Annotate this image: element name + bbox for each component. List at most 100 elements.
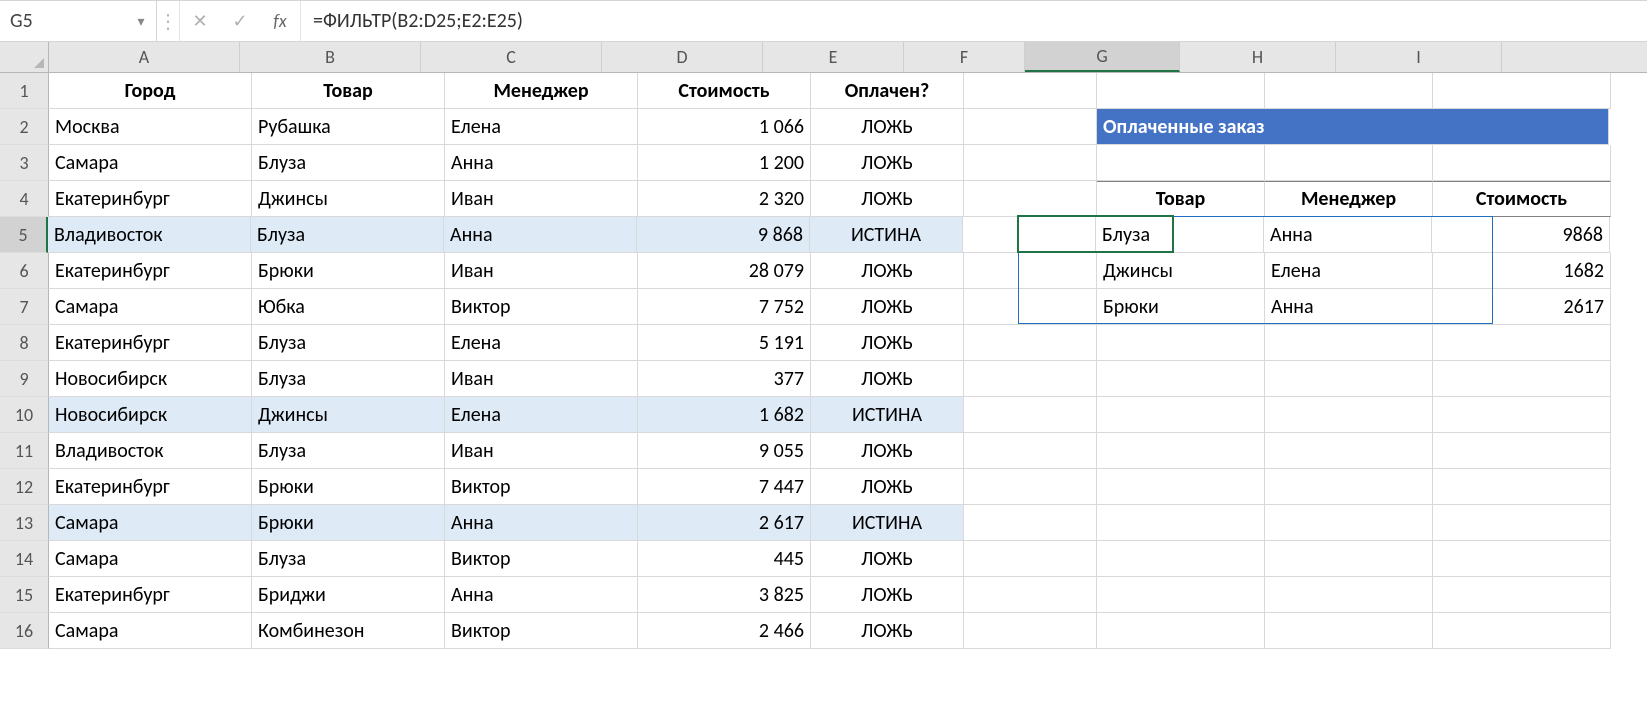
cell[interactable]: Рубашка [252, 109, 445, 145]
cell[interactable] [1264, 109, 1431, 145]
cell[interactable] [964, 541, 1097, 577]
cell[interactable]: Джинсы [252, 397, 445, 433]
cell[interactable] [1097, 433, 1265, 469]
cell[interactable] [964, 361, 1097, 397]
cell[interactable]: 9868 [1432, 217, 1610, 253]
cell[interactable] [1097, 505, 1265, 541]
cell[interactable]: Менеджер [445, 73, 638, 109]
row-header[interactable]: 11 [0, 433, 49, 469]
cell[interactable]: Менеджер [1265, 181, 1433, 217]
insert-function-button[interactable]: fx [260, 1, 301, 41]
cell[interactable]: Екатеринбург [49, 577, 252, 613]
cell[interactable]: Иван [445, 361, 638, 397]
cell[interactable]: Брюки [252, 469, 445, 505]
row-header[interactable]: 15 [0, 577, 49, 613]
cell[interactable] [1433, 325, 1611, 361]
cell[interactable]: ИСТИНА [810, 217, 963, 253]
row-header[interactable]: 9 [0, 361, 49, 397]
cell[interactable] [964, 397, 1097, 433]
cell[interactable]: Анна [444, 217, 637, 253]
row-header[interactable]: 2 [0, 109, 49, 145]
cell[interactable]: Самара [49, 145, 252, 181]
cell[interactable] [964, 145, 1097, 181]
cell[interactable] [1265, 577, 1433, 613]
cell[interactable]: Стоимость [1433, 181, 1611, 217]
cell[interactable]: ЛОЖЬ [811, 469, 964, 505]
cell[interactable]: Елена [445, 109, 638, 145]
cell[interactable]: 377 [638, 361, 811, 397]
cell[interactable]: 2 320 [638, 181, 811, 217]
cell[interactable] [1265, 145, 1433, 181]
cell[interactable]: Блуза [252, 145, 445, 181]
cell[interactable]: Елена [445, 325, 638, 361]
cell[interactable]: Оплаченные заказы [1097, 109, 1264, 145]
cell[interactable]: ЛОЖЬ [811, 541, 964, 577]
row-header[interactable]: 13 [0, 505, 49, 541]
cell[interactable]: Стоимость [638, 73, 811, 109]
cell[interactable]: ЛОЖЬ [811, 361, 964, 397]
cell[interactable] [1097, 397, 1265, 433]
cell[interactable]: Оплачен? [811, 73, 964, 109]
cell[interactable]: ЛОЖЬ [811, 613, 964, 649]
cell[interactable] [1433, 469, 1611, 505]
cell[interactable] [1433, 613, 1611, 649]
cell[interactable] [1097, 469, 1265, 505]
cell[interactable] [1265, 505, 1433, 541]
cell[interactable]: Екатеринбург [49, 253, 252, 289]
cell[interactable] [1097, 541, 1265, 577]
cell[interactable]: ИСТИНА [811, 397, 964, 433]
cell[interactable]: 2 617 [638, 505, 811, 541]
cell[interactable]: Виктор [445, 469, 638, 505]
col-header-F[interactable]: F [904, 42, 1025, 72]
cell[interactable]: Новосибирск [49, 397, 252, 433]
cell[interactable]: Екатеринбург [49, 469, 252, 505]
cell[interactable]: Новосибирск [49, 361, 252, 397]
row-header[interactable]: 10 [0, 397, 49, 433]
row-header[interactable]: 1 [0, 73, 49, 109]
cell[interactable]: 445 [638, 541, 811, 577]
cell[interactable]: Иван [445, 253, 638, 289]
row-header[interactable]: 6 [0, 253, 49, 289]
row-header[interactable]: 16 [0, 613, 49, 649]
cell[interactable]: ЛОЖЬ [811, 253, 964, 289]
cell[interactable]: ЛОЖЬ [811, 577, 964, 613]
cell[interactable] [1265, 433, 1433, 469]
cell[interactable] [963, 217, 1096, 253]
cell[interactable]: Бриджи [252, 577, 445, 613]
col-header-G[interactable]: G [1025, 42, 1180, 72]
cell[interactable]: Блуза [252, 541, 445, 577]
cell[interactable] [1265, 73, 1433, 109]
cell[interactable]: ЛОЖЬ [811, 145, 964, 181]
cell[interactable]: Брюки [1097, 289, 1265, 325]
cell[interactable] [1097, 613, 1265, 649]
cell[interactable]: Иван [445, 181, 638, 217]
name-box[interactable]: G5 ▾ [0, 1, 157, 41]
cell[interactable] [964, 73, 1097, 109]
cell[interactable]: Екатеринбург [49, 181, 252, 217]
row-header[interactable]: 8 [0, 325, 49, 361]
cell[interactable] [1097, 73, 1265, 109]
cell[interactable]: Брюки [252, 253, 445, 289]
cell[interactable]: Москва [49, 109, 252, 145]
cell[interactable] [1433, 145, 1611, 181]
cell[interactable]: 7 447 [638, 469, 811, 505]
cell[interactable] [964, 469, 1097, 505]
cell[interactable]: ЛОЖЬ [811, 181, 964, 217]
cell[interactable]: Самара [49, 613, 252, 649]
cell[interactable] [1433, 397, 1611, 433]
cell[interactable] [964, 433, 1097, 469]
cell[interactable] [1433, 361, 1611, 397]
row-header[interactable]: 7 [0, 289, 49, 325]
cell[interactable] [964, 181, 1097, 217]
col-header-I[interactable]: I [1336, 42, 1502, 72]
cell[interactable]: Анна [445, 145, 638, 181]
cell[interactable] [1265, 613, 1433, 649]
cell[interactable]: Анна [1265, 289, 1433, 325]
cell[interactable] [964, 325, 1097, 361]
cell[interactable]: ЛОЖЬ [811, 433, 964, 469]
cell[interactable]: Анна [445, 505, 638, 541]
col-header-E[interactable]: E [763, 42, 904, 72]
cell[interactable]: Владивосток [48, 217, 251, 253]
cell[interactable]: Юбка [252, 289, 445, 325]
cell[interactable] [1265, 397, 1433, 433]
